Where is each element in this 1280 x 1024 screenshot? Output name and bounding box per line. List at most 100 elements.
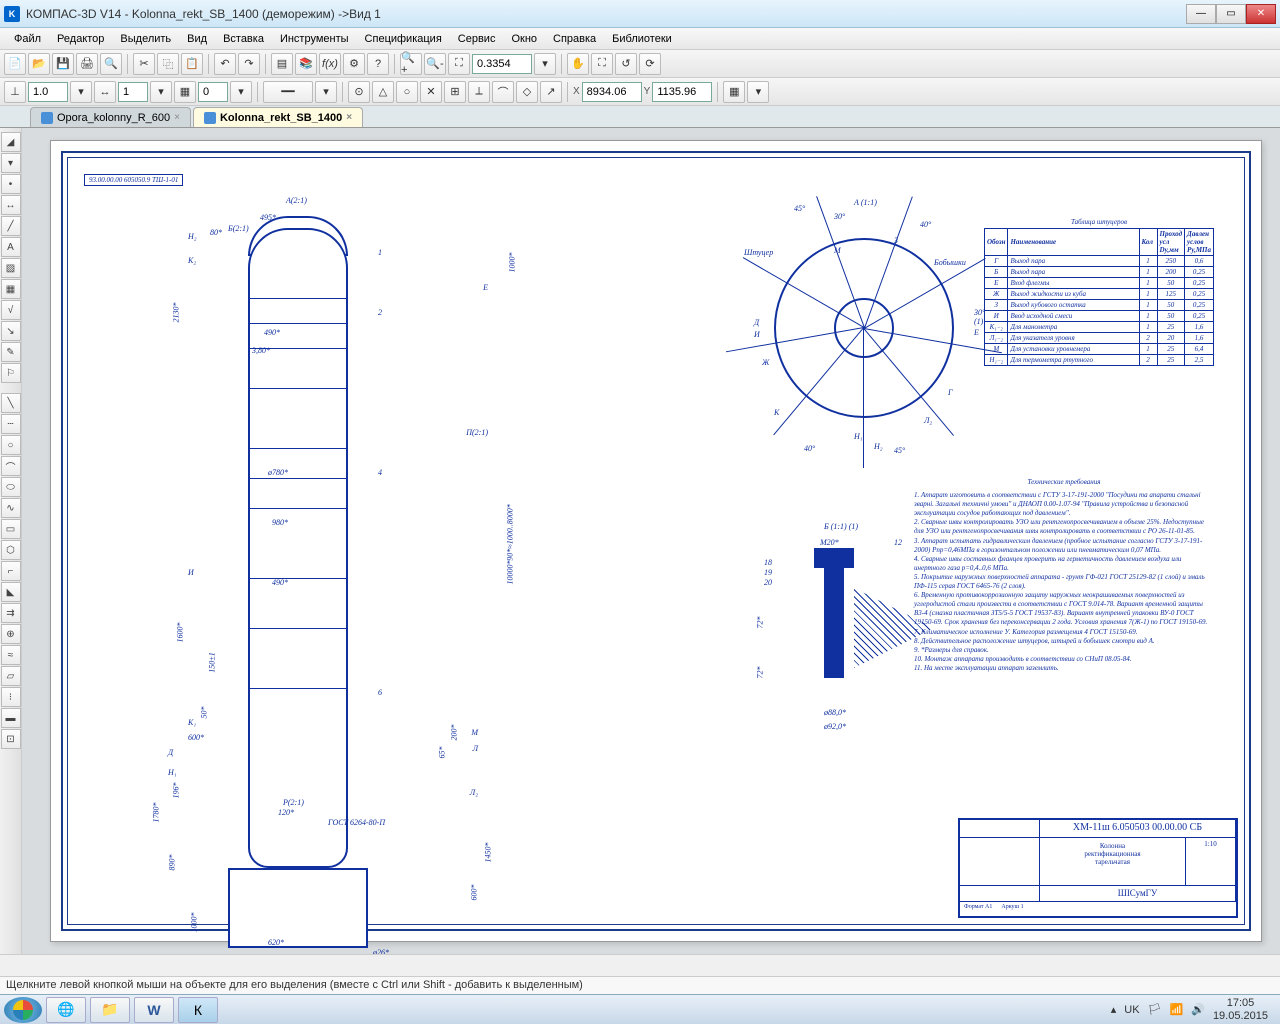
menu-service[interactable]: Сервис: [450, 30, 504, 48]
close-button[interactable]: ✕: [1246, 4, 1276, 24]
menu-spec[interactable]: Спецификация: [357, 30, 450, 48]
line-tool[interactable]: ╱: [1, 216, 21, 236]
task-kompas[interactable]: К: [178, 997, 218, 1023]
minimize-button[interactable]: ―: [1186, 4, 1216, 24]
menu-libs[interactable]: Библиотеки: [604, 30, 680, 48]
arc-tool[interactable]: ⌒: [1, 456, 21, 476]
table-tool[interactable]: ▦: [1, 279, 21, 299]
edit-tool[interactable]: ✎: [1, 342, 21, 362]
polygon-tool[interactable]: ⬡: [1, 540, 21, 560]
task-chrome[interactable]: 🌐: [46, 997, 86, 1023]
ortho-button[interactable]: ⊥: [4, 81, 26, 103]
canvas-area[interactable]: 93.00.00.00 605050.9 ТШ-1-01 А(2:1): [22, 128, 1280, 954]
snap-intersect-button[interactable]: ✕: [420, 81, 442, 103]
rect-tool[interactable]: ▭: [1, 519, 21, 539]
offset-tool[interactable]: ⇉: [1, 603, 21, 623]
snap-tan-button[interactable]: ⌒: [492, 81, 514, 103]
text-tool[interactable]: A: [1, 237, 21, 257]
circle-tool[interactable]: ○: [1, 435, 21, 455]
aux-line-tool[interactable]: ┄: [1, 414, 21, 434]
print-button[interactable]: 🖨: [76, 53, 98, 75]
redo-button[interactable]: ↷: [238, 53, 260, 75]
scale-input[interactable]: [28, 82, 68, 102]
task-explorer[interactable]: 📁: [90, 997, 130, 1023]
segment-tool[interactable]: ╲: [1, 393, 21, 413]
tray-sound-icon[interactable]: 🔊: [1191, 1003, 1205, 1016]
paste-button[interactable]: 📋: [181, 53, 203, 75]
refresh-button[interactable]: ⟳: [639, 53, 661, 75]
zoom-prev-button[interactable]: ↺: [615, 53, 637, 75]
snap-perp-button[interactable]: ⟂: [468, 81, 490, 103]
snap-mid-button[interactable]: △: [372, 81, 394, 103]
tab-opora[interactable]: Opora_kolonny_R_600 ×: [30, 107, 191, 127]
layer-button[interactable]: ▦: [174, 81, 196, 103]
hatch-tool[interactable]: ▨: [1, 258, 21, 278]
contour-tool[interactable]: ▱: [1, 666, 21, 686]
coord-x-input[interactable]: [582, 82, 642, 102]
layer-input[interactable]: [198, 82, 228, 102]
layer-dropdown[interactable]: ▾: [230, 81, 252, 103]
geometry-tool[interactable]: ◢: [1, 132, 21, 152]
snap-near-button[interactable]: ◇: [516, 81, 538, 103]
point-tool[interactable]: •: [1, 174, 21, 194]
zoom-dropdown[interactable]: ▾: [534, 53, 556, 75]
step-dropdown[interactable]: ▾: [150, 81, 172, 103]
new-button[interactable]: 📄: [4, 53, 26, 75]
zoom-in-button[interactable]: 🔍+: [400, 53, 422, 75]
menu-tools[interactable]: Инструменты: [272, 30, 357, 48]
cut-button[interactable]: ✂: [133, 53, 155, 75]
menu-select[interactable]: Выделить: [112, 30, 179, 48]
break-tool[interactable]: ⁝: [1, 687, 21, 707]
leader-tool[interactable]: ↘: [1, 321, 21, 341]
roughness-tool[interactable]: √: [1, 300, 21, 320]
collect-tool[interactable]: ⊕: [1, 624, 21, 644]
tab-kolonna[interactable]: Kolonna_rekt_SB_1400 ×: [193, 107, 363, 127]
geometry-dropdown[interactable]: ▾: [1, 153, 21, 173]
chamfer-tool[interactable]: ◣: [1, 582, 21, 602]
preview-button[interactable]: 🔍: [100, 53, 122, 75]
undo-button[interactable]: ↶: [214, 53, 236, 75]
library-button[interactable]: 📚: [295, 53, 317, 75]
tray-expand-icon[interactable]: ▴: [1111, 1003, 1117, 1016]
variables-button[interactable]: f(x): [319, 53, 341, 75]
spline-tool[interactable]: ∿: [1, 498, 21, 518]
tray-network-icon[interactable]: 📶: [1170, 1003, 1184, 1016]
clock[interactable]: 17:05 19.05.2015: [1213, 997, 1268, 1021]
lang-indicator[interactable]: UK: [1124, 1004, 1139, 1016]
zoom-fit-button[interactable]: ⛶: [591, 53, 613, 75]
menu-view[interactable]: Вид: [179, 30, 215, 48]
menu-insert[interactable]: Вставка: [215, 30, 272, 48]
start-button[interactable]: [4, 997, 42, 1023]
grid-button[interactable]: ▦: [723, 81, 745, 103]
scale-dropdown[interactable]: ▾: [70, 81, 92, 103]
snap-center-button[interactable]: ○: [396, 81, 418, 103]
linestyle-dropdown[interactable]: ▾: [315, 81, 337, 103]
tray-flag-icon[interactable]: 🏳: [1148, 1003, 1162, 1016]
pan-button[interactable]: ✋: [567, 53, 589, 75]
layers-button[interactable]: ▤: [271, 53, 293, 75]
stamp-tool[interactable]: ▬: [1, 708, 21, 728]
zoom-window-button[interactable]: ⛶: [448, 53, 470, 75]
params-tool[interactable]: ⚐: [1, 363, 21, 383]
snap-along-button[interactable]: ↗: [540, 81, 562, 103]
ellipse-tool[interactable]: ⬭: [1, 477, 21, 497]
menu-help[interactable]: Справка: [545, 30, 604, 48]
step-button[interactable]: ↔: [94, 81, 116, 103]
help-button[interactable]: ?: [367, 53, 389, 75]
dimension-tool[interactable]: ↔: [1, 195, 21, 215]
grid-dropdown[interactable]: ▾: [747, 81, 769, 103]
properties-button[interactable]: ⚙: [343, 53, 365, 75]
menu-window[interactable]: Окно: [503, 30, 545, 48]
drawing-canvas[interactable]: 93.00.00.00 605050.9 ТШ-1-01 А(2:1): [50, 140, 1262, 942]
aux-tool[interactable]: ⊡: [1, 729, 21, 749]
task-word[interactable]: W: [134, 997, 174, 1023]
zoom-input[interactable]: [472, 54, 532, 74]
copy-button[interactable]: ⿻: [157, 53, 179, 75]
tab-close-icon[interactable]: ×: [346, 112, 352, 123]
equid-tool[interactable]: ≈: [1, 645, 21, 665]
coord-y-input[interactable]: [652, 82, 712, 102]
snap-grid-button[interactable]: ⊞: [444, 81, 466, 103]
linestyle-button[interactable]: ━━: [263, 81, 313, 103]
fillet-tool[interactable]: ⌐: [1, 561, 21, 581]
maximize-button[interactable]: ▭: [1216, 4, 1246, 24]
